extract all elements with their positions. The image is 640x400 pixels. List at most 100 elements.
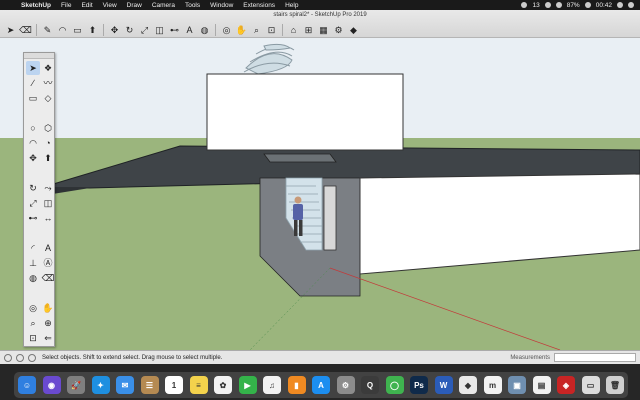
ruby-console-icon[interactable]: ◆ bbox=[347, 24, 360, 37]
select-arrow-icon[interactable]: ➤ bbox=[4, 24, 17, 37]
arc-tool-icon[interactable]: ◠ bbox=[26, 136, 40, 150]
paint-bucket-icon[interactable]: ◍ bbox=[198, 24, 211, 37]
quicktime-icon[interactable]: Q bbox=[361, 376, 379, 394]
make-component-tool-icon[interactable]: ❖ bbox=[41, 61, 55, 75]
rotate-icon[interactable]: ↻ bbox=[123, 24, 136, 37]
zoom-extents-tool-icon[interactable]: ⊡ bbox=[26, 331, 40, 345]
menu-window[interactable]: Window bbox=[205, 2, 238, 9]
arc-icon[interactable]: ◠ bbox=[56, 24, 69, 37]
system-preferences-icon[interactable]: ⚙ bbox=[336, 376, 355, 394]
text-tool-icon[interactable]: A bbox=[41, 241, 55, 255]
rotated-rectangle-tool-icon[interactable]: ◇ bbox=[41, 91, 55, 105]
pan-icon[interactable]: ✋ bbox=[235, 24, 248, 37]
extension-manager-icon[interactable]: ⚙ bbox=[332, 24, 345, 37]
launchpad-icon[interactable]: 🚀 bbox=[67, 376, 85, 394]
measurements-box[interactable] bbox=[554, 353, 636, 362]
circle-tool-icon[interactable]: ○ bbox=[26, 121, 40, 135]
spotlight-icon[interactable] bbox=[617, 2, 623, 8]
scale-icon[interactable]: ⤢ bbox=[138, 24, 151, 37]
previous-view-tool-icon[interactable]: ⇐ bbox=[41, 331, 55, 345]
freehand-tool-icon[interactable]: 〰 bbox=[41, 76, 55, 90]
sketchup-icon[interactable]: ◆ bbox=[459, 376, 477, 394]
3d-text-tool-icon[interactable]: Ⓐ bbox=[41, 256, 55, 270]
facetime-icon[interactable]: ▶ bbox=[238, 376, 257, 394]
finder-icon[interactable]: ☺ bbox=[18, 376, 36, 394]
rectangle-tool-icon[interactable]: ▭ bbox=[26, 91, 40, 105]
menu-sketchup[interactable]: SketchUp bbox=[16, 2, 56, 9]
photoshop-icon[interactable]: Ps bbox=[410, 376, 428, 394]
notification-icon[interactable] bbox=[521, 2, 528, 8]
move-tool-icon[interactable]: ✥ bbox=[26, 151, 40, 165]
push-pull-icon[interactable]: ⬆ bbox=[86, 24, 99, 37]
menu-file[interactable]: File bbox=[56, 2, 76, 9]
eraser-tool-icon[interactable]: ⌫ bbox=[41, 271, 55, 285]
word-icon[interactable]: W bbox=[434, 376, 453, 394]
rectangle-icon[interactable]: ▭ bbox=[71, 24, 84, 37]
select-tool-icon[interactable]: ➤ bbox=[26, 61, 40, 75]
trash-icon[interactable]: 🗑 bbox=[606, 376, 624, 394]
line-pencil-icon[interactable]: ✎ bbox=[41, 24, 54, 37]
rotate-tool-icon[interactable]: ↻ bbox=[26, 181, 40, 195]
layout-icon[interactable]: m bbox=[483, 376, 502, 394]
menu-view[interactable]: View bbox=[98, 2, 122, 9]
contacts-icon[interactable]: ☰ bbox=[140, 376, 159, 394]
zoom-extents-icon[interactable]: ⊡ bbox=[265, 24, 278, 37]
control-center-icon[interactable] bbox=[628, 2, 634, 8]
paint-bucket-tool-icon[interactable]: ◍ bbox=[26, 271, 40, 285]
follow-me-tool-icon[interactable]: ⤳ bbox=[41, 181, 55, 195]
calendar-icon[interactable]: 1 bbox=[165, 376, 183, 394]
tape-measure-icon[interactable]: ⊷ bbox=[168, 24, 181, 37]
zoom-icon[interactable]: ⌕ bbox=[250, 24, 263, 37]
pdf-reader-icon[interactable]: ◈ bbox=[557, 376, 575, 394]
battery-icon[interactable] bbox=[584, 2, 591, 8]
photos-icon[interactable]: ✿ bbox=[214, 376, 232, 394]
music-icon[interactable]: ♫ bbox=[263, 376, 281, 394]
push-pull-tool-icon[interactable]: ⬆ bbox=[41, 151, 55, 165]
safari-icon[interactable]: ✦ bbox=[91, 376, 110, 394]
app-store-icon[interactable]: A bbox=[312, 376, 330, 394]
menu-camera[interactable]: Camera bbox=[147, 2, 180, 9]
polygon-tool-icon[interactable]: ⬡ bbox=[41, 121, 55, 135]
credits-icon[interactable] bbox=[16, 353, 24, 362]
notes-icon[interactable]: ≡ bbox=[189, 376, 208, 394]
scale-tool-icon[interactable]: ⤢ bbox=[26, 196, 40, 210]
modeling-viewport[interactable] bbox=[0, 38, 640, 350]
battery-percent[interactable]: 87% bbox=[567, 2, 580, 9]
move-icon[interactable]: ✥ bbox=[108, 24, 121, 37]
document-viewer-icon[interactable]: ▤ bbox=[532, 376, 551, 394]
eraser-icon[interactable]: ⌫ bbox=[19, 24, 32, 37]
preview-icon[interactable]: ▣ bbox=[508, 376, 526, 394]
text-icon[interactable]: A bbox=[183, 24, 196, 37]
dimension-tool-icon[interactable]: ↔ bbox=[41, 211, 55, 225]
zoom-tool-icon[interactable]: ⌕ bbox=[26, 316, 40, 330]
tape-measure-tool-icon[interactable]: ⊷ bbox=[26, 211, 40, 225]
orbit-tool-icon[interactable]: ◎ bbox=[26, 301, 40, 315]
wechat-icon[interactable]: ◯ bbox=[385, 376, 404, 394]
axes-tool-icon[interactable]: ⊥ bbox=[26, 256, 40, 270]
3d-warehouse-icon[interactable]: ⌂ bbox=[287, 24, 300, 37]
books-icon[interactable]: ▮ bbox=[287, 376, 306, 394]
pie-tool-icon[interactable]: ◔ bbox=[41, 136, 55, 150]
siri-icon[interactable]: ◉ bbox=[42, 376, 61, 394]
model-scene[interactable] bbox=[0, 38, 640, 350]
orbit-icon[interactable]: ◎ bbox=[220, 24, 233, 37]
help-icon[interactable] bbox=[28, 353, 36, 362]
menu-tools[interactable]: Tools bbox=[180, 2, 205, 9]
protractor-tool-icon[interactable]: ◜ bbox=[26, 241, 40, 255]
extension-warehouse-icon[interactable]: ⊞ bbox=[302, 24, 315, 37]
pan-tool-icon[interactable]: ✋ bbox=[41, 301, 55, 315]
layout-icon[interactable]: ▦ bbox=[317, 24, 330, 37]
downloads-icon[interactable]: ▭ bbox=[581, 376, 600, 394]
volume-icon[interactable] bbox=[555, 2, 562, 8]
clock[interactable]: 00:42 bbox=[596, 2, 612, 9]
line-tool-icon[interactable]: ∕ bbox=[26, 76, 40, 90]
offset-icon[interactable]: ◫ bbox=[153, 24, 166, 37]
zoom-window-tool-icon[interactable]: ⊕ bbox=[41, 316, 55, 330]
mail-icon[interactable]: ✉ bbox=[116, 376, 134, 394]
geo-location-icon[interactable] bbox=[4, 353, 12, 362]
menu-draw[interactable]: Draw bbox=[122, 2, 147, 9]
offset-tool-icon[interactable]: ◫ bbox=[41, 196, 55, 210]
menu-edit[interactable]: Edit bbox=[76, 2, 97, 9]
menu-help[interactable]: Help bbox=[280, 2, 303, 9]
wifi-icon[interactable] bbox=[544, 2, 551, 8]
